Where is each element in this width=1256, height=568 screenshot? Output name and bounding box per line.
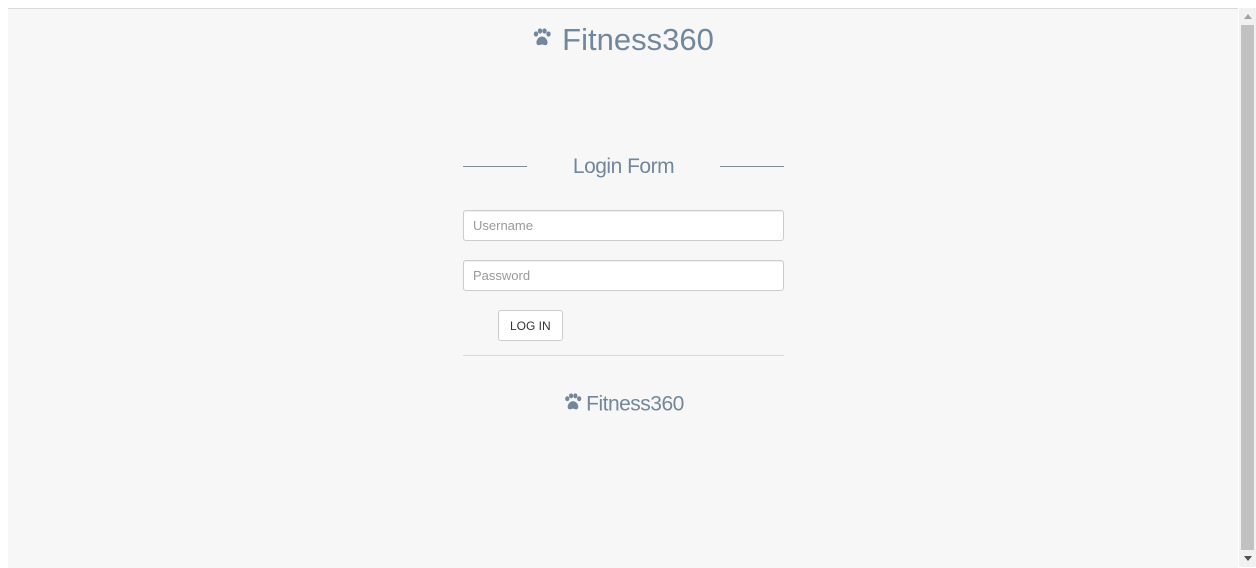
username-input[interactable]: [463, 210, 784, 241]
title-divider-right: [720, 166, 784, 167]
scroll-up-arrow-icon[interactable]: [1239, 8, 1256, 25]
password-input[interactable]: [463, 260, 784, 291]
form-separator: [463, 355, 784, 356]
login-button[interactable]: LOG IN: [498, 310, 563, 341]
header-brand: Fitness360: [8, 18, 1238, 60]
vertical-scrollbar[interactable]: [1239, 8, 1256, 567]
footer-brand: Fitness360: [463, 389, 784, 419]
scroll-down-arrow-icon[interactable]: [1239, 550, 1256, 567]
form-title-row: Login Form: [463, 149, 784, 185]
paw-icon: [565, 393, 582, 410]
login-form: Login Form LOG IN Fitness360: [463, 149, 784, 419]
footer-brand-name: Fitness360: [586, 392, 684, 416]
title-divider-left: [463, 166, 527, 167]
scroll-thumb[interactable]: [1241, 25, 1254, 550]
form-title: Login Form: [572, 155, 675, 178]
paw-icon: [533, 28, 551, 46]
page-viewport: Fitness360 Login Form LOG IN Fitness360: [8, 8, 1238, 568]
header-brand-name: Fitness360: [562, 21, 714, 57]
